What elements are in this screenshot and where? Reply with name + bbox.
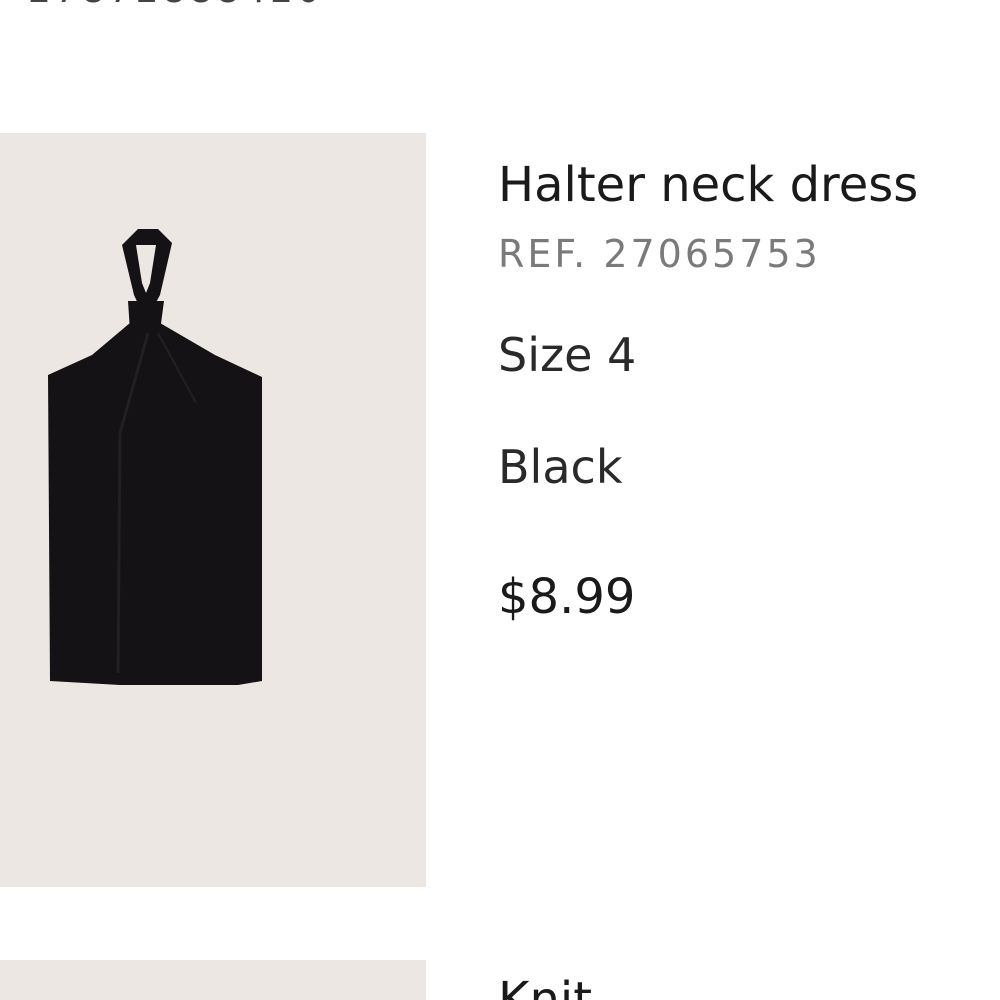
product-image[interactable] — [0, 133, 426, 887]
next-product-name[interactable]: Knit — [498, 972, 592, 1000]
product-color: Black — [498, 440, 623, 494]
product-details: Halter neck dress REF. 27065753 Size 4 B… — [498, 150, 1000, 628]
product-price: $8.99 — [498, 569, 636, 625]
order-items-list: 27872888420 Halter neck dress REF. 27065… — [0, 0, 1000, 1000]
previous-item-ref: 27872888420 — [28, 0, 324, 11]
next-product-image[interactable] — [0, 960, 426, 1000]
halter-dress-illustration — [48, 229, 262, 685]
product-ref: REF. 27065753 — [498, 232, 821, 276]
product-name[interactable]: Halter neck dress — [498, 150, 1000, 220]
product-size: Size 4 — [498, 328, 637, 382]
